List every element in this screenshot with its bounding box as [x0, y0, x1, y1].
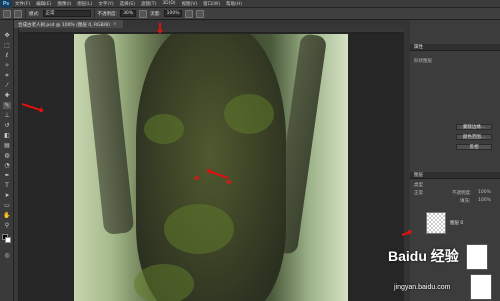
- menu-view[interactable]: 视图(V): [179, 1, 201, 7]
- divider: [93, 9, 95, 18]
- stamp-tool-icon[interactable]: ⊥: [3, 112, 11, 119]
- menu-help[interactable]: 帮助(H): [223, 1, 245, 7]
- blur-tool-icon[interactable]: ◍: [3, 152, 11, 159]
- moss-patch: [224, 94, 274, 134]
- photoshop-logo: Ps: [0, 0, 12, 8]
- magic-wand-tool-icon[interactable]: ✧: [3, 62, 11, 69]
- color-swatch-white: [470, 274, 492, 300]
- gradient-tool-icon[interactable]: ▤: [3, 142, 11, 149]
- lasso-tool-icon[interactable]: ℓ: [3, 52, 11, 59]
- eraser-tool-icon[interactable]: ◧: [3, 132, 11, 139]
- layer-opacity-label: 不透明度:: [452, 191, 472, 196]
- layer-kind-filter[interactable]: 类型: [414, 182, 423, 188]
- divider: [25, 9, 26, 18]
- layer-thumbnail[interactable]: [426, 212, 446, 234]
- menu-select[interactable]: 选择(S): [117, 1, 138, 7]
- tree-trunk: [136, 34, 286, 301]
- menu-image[interactable]: 图像(I): [54, 1, 74, 7]
- opacity-label: 不透明度:: [97, 11, 118, 17]
- watermark-url: jingyan.baidu.com: [394, 284, 451, 291]
- layer-fill-value[interactable]: 100%: [478, 198, 491, 203]
- history-brush-icon[interactable]: ↺: [3, 122, 11, 129]
- menu-type[interactable]: 文字(Y): [95, 1, 116, 7]
- color-range-button[interactable]: 颜色范围...: [456, 134, 492, 140]
- ruler-horizontal: [14, 28, 404, 33]
- options-bar: 模式: 正常 不透明度: 30% 流量: 100%: [0, 8, 500, 20]
- mode-label: 模式:: [29, 11, 40, 17]
- pressure-size-icon[interactable]: [196, 9, 205, 18]
- shape-tool-icon[interactable]: ▭: [3, 202, 11, 209]
- layers-panel-header: 图层: [410, 172, 500, 179]
- brush-size-icon[interactable]: [14, 9, 22, 18]
- flow-field[interactable]: 100%: [163, 10, 183, 17]
- menu-layer[interactable]: 图层(L): [74, 1, 95, 7]
- properties-panel-header: 属性: [410, 44, 500, 51]
- background-color-swatch[interactable]: [5, 237, 11, 243]
- ruler-vertical: [14, 28, 19, 301]
- eyedropper-tool-icon[interactable]: ⁄: [3, 82, 11, 89]
- healing-tool-icon[interactable]: ✚: [3, 92, 11, 99]
- layers-title: 图层: [414, 173, 423, 178]
- moss-patch: [164, 204, 234, 254]
- layer-fill-label: 填充:: [460, 199, 471, 204]
- path-select-icon[interactable]: ➤: [3, 192, 11, 199]
- brush-tool-icon[interactable]: ✎: [3, 102, 11, 109]
- baidu-watermark: Baidu 经验: [388, 248, 459, 264]
- opacity-field[interactable]: 30%: [120, 10, 137, 17]
- pressure-opacity-icon[interactable]: [139, 9, 148, 18]
- layer-blend-mode[interactable]: 正常: [414, 190, 423, 196]
- menu-edit[interactable]: 编辑(E): [33, 1, 54, 7]
- document-image[interactable]: [74, 34, 348, 301]
- marquee-tool-icon[interactable]: ⬚: [3, 42, 11, 49]
- flow-label: 流量:: [150, 11, 161, 17]
- properties-title: 属性: [414, 45, 423, 50]
- layer-opacity-value[interactable]: 100%: [478, 190, 491, 195]
- zoom-tool-icon[interactable]: ⚲: [3, 222, 11, 229]
- mask-edge-button[interactable]: 蒙版边缘...: [456, 124, 492, 130]
- menu-window[interactable]: 窗口(W): [200, 1, 223, 7]
- properties-subtitle: 形状图层: [414, 59, 432, 64]
- menu-filter[interactable]: 滤镜(T): [138, 1, 159, 7]
- moss-patch: [134, 264, 194, 301]
- brush-preset-icon[interactable]: [3, 9, 11, 18]
- menu-file[interactable]: 文件(F): [12, 1, 33, 7]
- hand-tool-icon[interactable]: ✋: [3, 212, 11, 219]
- mode-select[interactable]: 正常: [42, 10, 91, 17]
- menu-3d[interactable]: 3D(D): [159, 1, 178, 6]
- annotation-arrow: [159, 23, 161, 31]
- airbrush-icon[interactable]: [185, 9, 194, 18]
- tree-face-eye: [194, 176, 200, 180]
- dodge-tool-icon[interactable]: ◔: [3, 162, 11, 169]
- quick-mask-icon[interactable]: ◎: [3, 252, 11, 259]
- color-swatch-white: [466, 244, 488, 270]
- document-tab-bar: 合成古老人树.psd @ 100% (图层 0, RGB/8) ×: [14, 20, 404, 28]
- tools-panel: ✥ ⬚ ℓ ✧ ⌗ ⁄ ✚ ✎ ⊥ ↺ ◧ ▤ ◍ ◔ ✒ T ➤ ▭ ✋ ⚲ …: [0, 20, 14, 301]
- tree-face-eye: [226, 180, 232, 184]
- type-tool-icon[interactable]: T: [3, 182, 11, 189]
- menu-bar: Ps 文件(F) 编辑(E) 图像(I) 图层(L) 文字(Y) 选择(S) 滤…: [0, 0, 500, 8]
- tree-branch-left: [83, 34, 135, 236]
- invert-button[interactable]: 反相: [456, 144, 492, 150]
- document-tab-label: 合成古老人树.psd @ 100% (图层 0, RGB/8): [18, 22, 110, 28]
- document-tab[interactable]: 合成古老人树.psd @ 100% (图层 0, RGB/8) ×: [14, 20, 123, 28]
- moss-patch: [144, 114, 184, 144]
- crop-tool-icon[interactable]: ⌗: [3, 72, 11, 79]
- close-icon[interactable]: ×: [113, 22, 117, 27]
- layer-name[interactable]: 图层 0: [450, 220, 463, 226]
- pen-tool-icon[interactable]: ✒: [3, 172, 11, 179]
- move-tool-icon[interactable]: ✥: [3, 32, 11, 39]
